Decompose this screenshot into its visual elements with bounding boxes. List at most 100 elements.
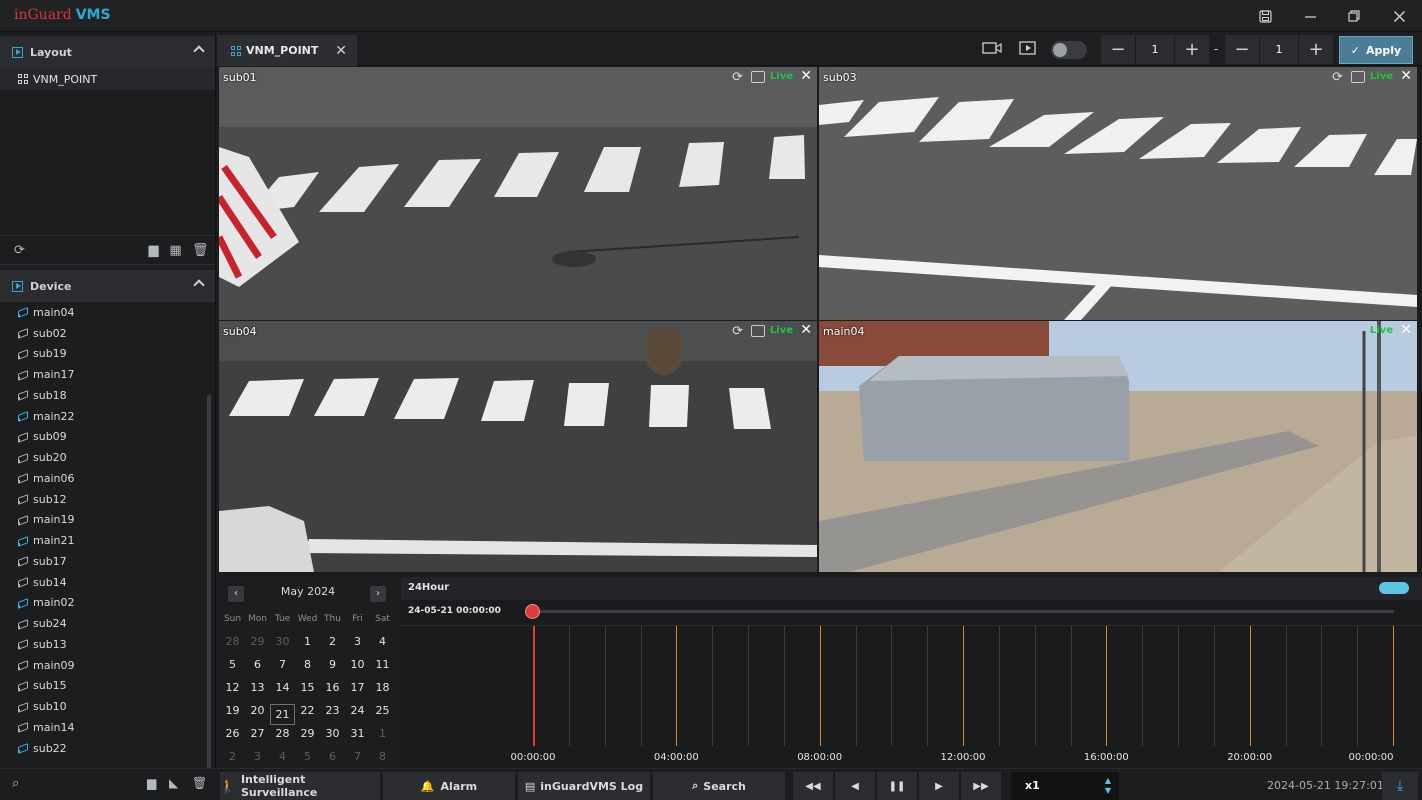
cols-value[interactable]: 1 xyxy=(1259,35,1299,64)
calendar-day[interactable]: 19 xyxy=(220,704,245,717)
close-icon[interactable]: ✕ xyxy=(1400,322,1412,338)
calendar-day[interactable]: 3 xyxy=(345,635,370,648)
timeline-slider-handle[interactable] xyxy=(525,604,540,619)
calendar-day[interactable]: 1 xyxy=(370,727,395,740)
intelligent-surveillance-button[interactable]: 🚶 Intelligent Surveillance xyxy=(220,772,380,800)
calendar-day[interactable]: 9 xyxy=(320,658,345,671)
rows-value[interactable]: 1 xyxy=(1135,35,1175,64)
camera-view-main04[interactable]: main04 Live ✕ xyxy=(819,321,1417,572)
calendar-day[interactable]: 2 xyxy=(320,635,345,648)
device-item[interactable]: main04 xyxy=(0,302,215,323)
calendar-day[interactable]: 26 xyxy=(220,727,245,740)
trash-icon[interactable]: 🗑 xyxy=(192,244,209,257)
device-item[interactable]: sub22 xyxy=(0,738,215,756)
calendar-day[interactable]: 23 xyxy=(320,704,345,717)
restore-icon[interactable] xyxy=(1332,0,1376,32)
calendar-day[interactable]: 18 xyxy=(370,681,395,694)
speed-select[interactable]: x1 ▲ ▼ xyxy=(1011,772,1119,800)
device-item[interactable]: sub09 xyxy=(0,427,215,448)
calendar-day[interactable]: 29 xyxy=(295,727,320,740)
calendar-day[interactable]: 25 xyxy=(370,704,395,717)
device-item[interactable]: sub24 xyxy=(0,613,215,634)
camera-view-sub03[interactable]: sub03 ⟳ Live ✕ xyxy=(819,67,1417,320)
folder-add-icon[interactable]: ▆ xyxy=(147,776,156,790)
cols-stepper[interactable]: − 1 + xyxy=(1225,35,1333,64)
layout-panel-header[interactable]: Layout xyxy=(0,36,215,68)
refresh-icon[interactable]: ⟳ xyxy=(13,244,26,257)
chevron-up-icon[interactable] xyxy=(193,279,205,291)
timeline-mode[interactable]: 24Hour xyxy=(408,582,449,593)
plus-icon[interactable]: + xyxy=(1299,35,1333,64)
calendar-day[interactable]: 21 xyxy=(270,704,295,725)
calendar-day[interactable]: 2 xyxy=(220,750,245,763)
trash-icon[interactable]: 🗑 xyxy=(192,776,207,790)
close-icon[interactable] xyxy=(1377,0,1421,32)
device-item[interactable]: main19 xyxy=(0,510,215,531)
device-panel-header[interactable]: Device xyxy=(0,270,215,302)
tab-vnm-point[interactable]: VNM_POINT ✕ xyxy=(217,35,357,66)
calendar-day[interactable]: 7 xyxy=(270,658,295,671)
folder-add-icon[interactable]: ▆ xyxy=(147,244,160,257)
record-icon[interactable] xyxy=(751,71,765,83)
calendar-day[interactable]: 11 xyxy=(370,658,395,671)
device-item[interactable]: sub19 xyxy=(0,344,215,365)
layout-item[interactable]: VNM_POINT xyxy=(0,68,215,90)
calendar-day[interactable]: 28 xyxy=(270,727,295,740)
minimize-icon[interactable] xyxy=(1288,0,1332,32)
timeline-slider[interactable] xyxy=(531,610,1394,613)
refresh-icon[interactable]: ⟳ xyxy=(1332,70,1343,85)
refresh-icon[interactable]: ⟳ xyxy=(732,324,743,339)
device-item[interactable]: sub10 xyxy=(0,696,215,717)
calendar-day[interactable]: 8 xyxy=(370,750,395,763)
download-button[interactable]: ⤓ xyxy=(1382,772,1418,800)
minus-icon[interactable]: − xyxy=(1101,35,1135,64)
calendar-day[interactable]: 6 xyxy=(245,658,270,671)
minus-icon[interactable]: − xyxy=(1225,35,1259,64)
calendar-day[interactable]: 8 xyxy=(295,658,320,671)
timeline-track[interactable] xyxy=(401,625,1422,746)
device-item[interactable]: main17 xyxy=(0,364,215,385)
rewind-icon[interactable]: ◀◀ xyxy=(793,772,833,800)
search-button[interactable]: ⌕ Search xyxy=(653,772,785,800)
grid-add-icon[interactable]: ▦ xyxy=(169,244,182,257)
device-item[interactable]: main22 xyxy=(0,406,215,427)
save-icon[interactable] xyxy=(1243,0,1287,32)
log-button[interactable]: ▤ inGuardVMS Log xyxy=(518,772,650,800)
calendar-day[interactable]: 15 xyxy=(295,681,320,694)
calendar-day[interactable]: 13 xyxy=(245,681,270,694)
record-icon[interactable] xyxy=(751,325,765,337)
video-camera-icon[interactable] xyxy=(982,40,1002,58)
calendar-day[interactable]: 31 xyxy=(345,727,370,740)
calendar-day[interactable]: 16 xyxy=(320,681,345,694)
device-item[interactable]: sub13 xyxy=(0,634,215,655)
calendar-day[interactable]: 5 xyxy=(220,658,245,671)
calendar-day[interactable]: 30 xyxy=(320,727,345,740)
device-item[interactable]: main09 xyxy=(0,655,215,676)
device-item[interactable]: sub12 xyxy=(0,489,215,510)
calendar-day[interactable]: 5 xyxy=(295,750,320,763)
device-item[interactable]: sub20 xyxy=(0,447,215,468)
calendar-day[interactable]: 20 xyxy=(245,704,270,717)
alarm-button[interactable]: 🔔 Alarm xyxy=(383,772,515,800)
calendar-day[interactable]: 12 xyxy=(220,681,245,694)
device-item[interactable]: sub14 xyxy=(0,572,215,593)
camera-add-icon[interactable]: ◣ xyxy=(169,776,178,790)
calendar-day[interactable]: 3 xyxy=(245,750,270,763)
close-tab-icon[interactable]: ✕ xyxy=(335,43,347,59)
device-item[interactable]: main14 xyxy=(0,717,215,738)
chevron-up-icon[interactable] xyxy=(193,45,205,57)
calendar-day[interactable]: 27 xyxy=(245,727,270,740)
close-icon[interactable]: ✕ xyxy=(1400,68,1412,84)
device-item[interactable]: main02 xyxy=(0,593,215,614)
calendar-day[interactable]: 29 xyxy=(245,635,270,648)
calendar-day[interactable]: 6 xyxy=(320,750,345,763)
refresh-icon[interactable]: ⟳ xyxy=(732,70,743,85)
scrollbar[interactable] xyxy=(207,395,211,775)
calendar-day[interactable]: 22 xyxy=(295,704,320,717)
playback-icon[interactable] xyxy=(1019,40,1039,58)
record-icon[interactable] xyxy=(1351,71,1365,83)
calendar-day[interactable]: 7 xyxy=(345,750,370,763)
calendar-day[interactable]: 10 xyxy=(345,658,370,671)
device-item[interactable]: sub02 xyxy=(0,323,215,344)
device-item[interactable]: sub15 xyxy=(0,676,215,697)
